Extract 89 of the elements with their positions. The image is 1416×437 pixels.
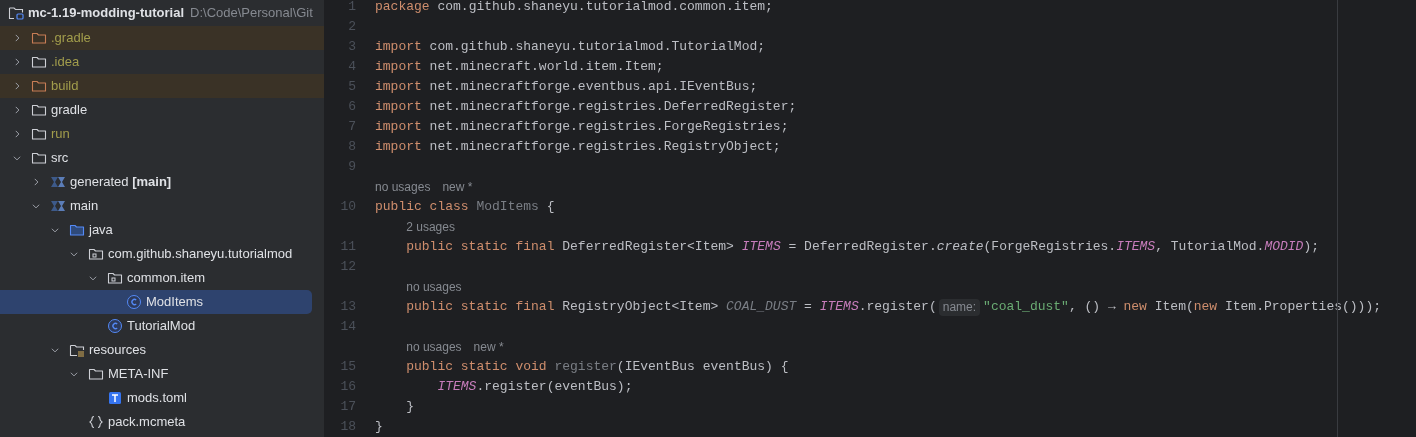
usages-hint[interactable]: no usages bbox=[406, 338, 462, 356]
collapse-chevron-icon[interactable] bbox=[88, 273, 98, 283]
tree-item[interactable]: run bbox=[0, 122, 324, 146]
code-text: public class ModItems { bbox=[375, 198, 555, 217]
item-label: .gradle bbox=[51, 29, 91, 48]
class-icon bbox=[107, 318, 123, 334]
tree-item[interactable]: src bbox=[0, 146, 324, 170]
item-label: build bbox=[51, 77, 79, 96]
text-file-icon bbox=[107, 390, 123, 406]
collapse-chevron-icon[interactable] bbox=[50, 345, 60, 355]
author-hint[interactable]: new * bbox=[442, 178, 473, 196]
tree-item[interactable]: resources bbox=[0, 338, 324, 362]
folder-icon bbox=[31, 150, 47, 166]
item-label: main bbox=[70, 197, 99, 216]
code-text: import net.minecraftforge.registries.ForgeRegistries; bbox=[375, 118, 789, 137]
project-name: mc-1.19-modding-tutorial bbox=[28, 4, 184, 23]
item-label: META-INF bbox=[108, 365, 169, 384]
project-path: D:\Code\Personal\Git bbox=[190, 4, 313, 23]
item-label: TutorialMod bbox=[127, 317, 196, 336]
tree-item[interactable]: main bbox=[0, 194, 324, 218]
module-icon bbox=[50, 174, 66, 190]
braces-icon bbox=[88, 414, 104, 430]
code-text: ITEMS.register(eventBus); bbox=[436, 378, 633, 397]
code-text: import net.minecraftforge.registries.DeferredRegister; bbox=[375, 98, 797, 117]
collapse-chevron-icon[interactable] bbox=[50, 225, 60, 235]
item-label: com.github.shaneyu.tutorialmod bbox=[108, 245, 293, 264]
code-text: } bbox=[375, 418, 383, 437]
item-label: run bbox=[51, 125, 70, 144]
code-text: "coal_dust", () → new Item(new Item.Properties())); bbox=[983, 298, 1381, 317]
collapse-chevron-icon[interactable] bbox=[31, 201, 41, 211]
folder-icon bbox=[88, 366, 104, 382]
code-text: import net.minecraftforge.eventbus.api.IEventBus; bbox=[375, 78, 758, 97]
expand-chevron-icon[interactable] bbox=[12, 81, 22, 91]
collapse-chevron-icon[interactable] bbox=[69, 369, 79, 379]
code-text: public static void register(IEventBus eventBus) { bbox=[405, 358, 789, 377]
folder-icon bbox=[31, 30, 47, 46]
item-label: generated [main] bbox=[70, 173, 172, 192]
package-icon bbox=[88, 246, 104, 262]
project-icon bbox=[8, 5, 24, 21]
folder-icon bbox=[31, 54, 47, 70]
author-hint[interactable]: new * bbox=[473, 338, 504, 356]
code-text: public static final DeferredRegister<Item> ITEMS = DeferredRegister.create(ForgeRegistries.ITEMS, TutorialMod.MODID); bbox=[405, 238, 1319, 257]
tree-item[interactable]: common.item bbox=[0, 266, 324, 290]
parameter-hint: name: bbox=[938, 298, 981, 316]
item-label: common.item bbox=[127, 269, 206, 288]
tree-item[interactable]: com.github.shaneyu.tutorialmod bbox=[0, 242, 324, 266]
class-icon bbox=[126, 294, 142, 310]
code-text: public static final RegistryObject<Item> COAL_DUST = ITEMS.register( bbox=[405, 298, 937, 317]
package-icon bbox=[107, 270, 123, 286]
tree-item[interactable]: generated [main] bbox=[0, 170, 324, 194]
tree-item[interactable]: META-INF bbox=[0, 362, 324, 386]
item-label: ModItems bbox=[146, 293, 204, 312]
tree-item[interactable]: gradle bbox=[0, 98, 324, 122]
folder-icon bbox=[31, 102, 47, 118]
code-text: import net.minecraft.world.item.Item; bbox=[375, 58, 664, 77]
item-label: src bbox=[51, 149, 69, 168]
code-text: } bbox=[405, 398, 414, 417]
usages-hint[interactable]: no usages bbox=[375, 178, 431, 196]
tree-item[interactable]: .gradle bbox=[0, 26, 324, 50]
tree-item[interactable]: build bbox=[0, 74, 324, 98]
tree-item[interactable]: java bbox=[0, 218, 324, 242]
tree-item[interactable]: ModItems bbox=[0, 290, 312, 314]
code-text: import com.github.shaneyu.tutorialmod.TutorialMod; bbox=[375, 38, 766, 57]
code-text: import net.minecraftforge.registries.RegistryObject; bbox=[375, 138, 781, 157]
folder-icon bbox=[31, 78, 47, 94]
resources-folder-icon bbox=[69, 342, 85, 358]
collapse-chevron-icon[interactable] bbox=[12, 153, 22, 163]
tree-item[interactable]: .idea bbox=[0, 50, 324, 74]
expand-chevron-icon[interactable] bbox=[31, 177, 41, 187]
expand-chevron-icon[interactable] bbox=[12, 105, 22, 115]
expand-chevron-icon[interactable] bbox=[12, 129, 22, 139]
module-icon bbox=[50, 198, 66, 214]
item-label: java bbox=[89, 221, 113, 240]
item-label: resources bbox=[89, 341, 147, 360]
expand-chevron-icon[interactable] bbox=[12, 33, 22, 43]
collapse-chevron-icon[interactable] bbox=[69, 249, 79, 259]
item-label: mods.toml bbox=[127, 389, 187, 408]
usages-hint[interactable]: no usages bbox=[406, 278, 462, 296]
expand-chevron-icon[interactable] bbox=[12, 57, 22, 67]
folder-icon bbox=[31, 126, 47, 142]
item-label: gradle bbox=[51, 101, 88, 120]
tree-item[interactable]: TutorialMod bbox=[0, 314, 324, 338]
folder-icon bbox=[69, 222, 85, 238]
usages-hint[interactable]: 2 usages bbox=[406, 218, 455, 236]
item-label: .idea bbox=[51, 53, 80, 72]
tree-item[interactable]: pack.mcmeta bbox=[0, 410, 324, 434]
tree-item[interactable]: mods.toml bbox=[0, 386, 324, 410]
code-text: package com.github.shaneyu.tutorialmod.common.item; bbox=[375, 0, 773, 17]
item-label: pack.mcmeta bbox=[108, 413, 186, 432]
